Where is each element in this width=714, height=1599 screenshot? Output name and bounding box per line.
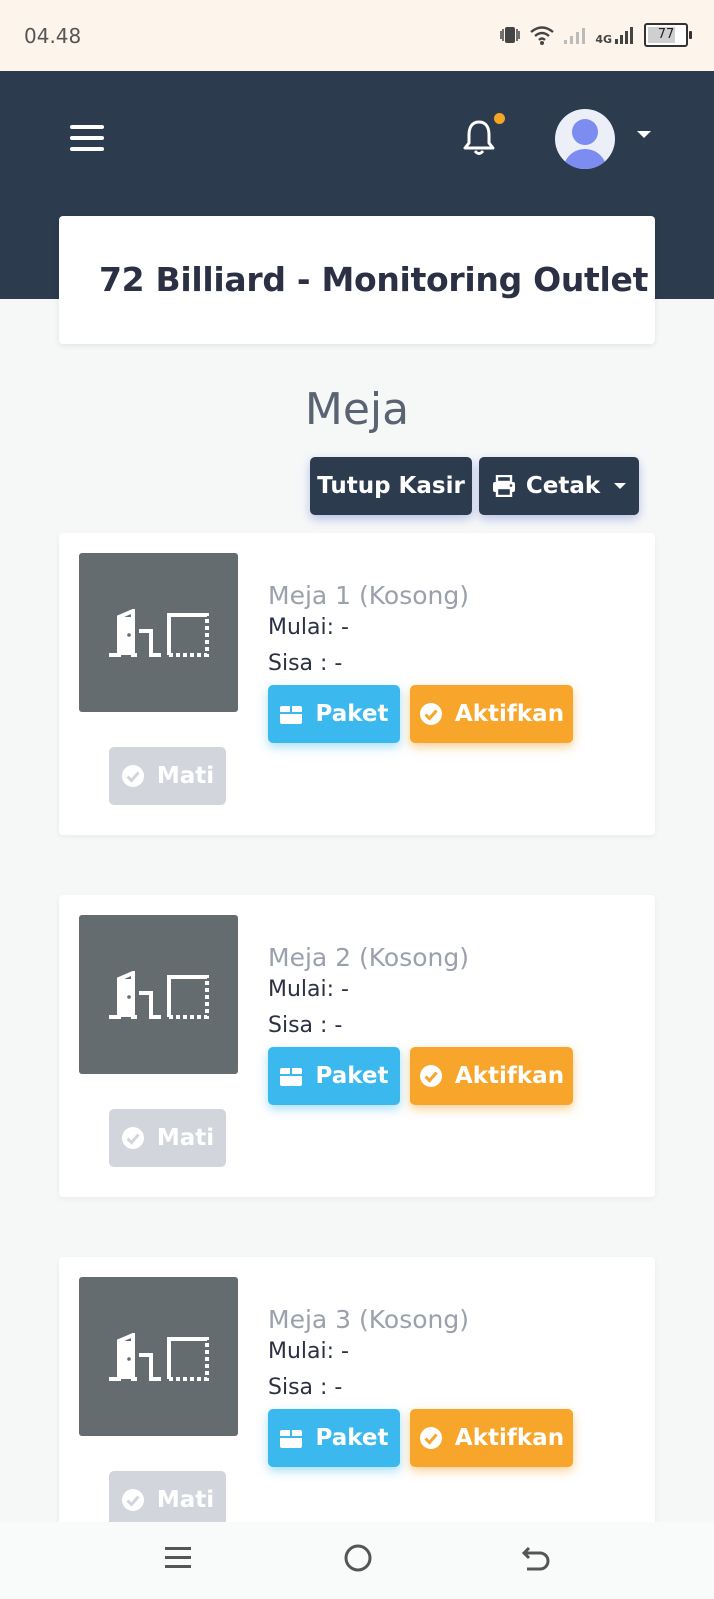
mati-label: Mati — [156, 763, 215, 789]
table-card: Meja 2 (Kosong) Mulai: - Sisa : - Paket … — [59, 895, 655, 1197]
status-bar: 04.48 4G 77 — [0, 0, 714, 71]
cetak-dropdown-button[interactable]: Cetak — [479, 457, 639, 515]
table-thumbnail — [79, 915, 238, 1074]
paket-button[interactable]: Paket — [268, 1047, 400, 1105]
bell-icon — [463, 120, 495, 155]
box-icon — [280, 1068, 303, 1086]
door-table-icon — [108, 970, 209, 1019]
page-title: 72 Billiard - Monitoring Outlet — [99, 260, 649, 299]
table-start-time: Mulai: - — [268, 1339, 349, 1364]
paket-button[interactable]: Paket — [268, 685, 400, 743]
chevron-down-icon — [614, 483, 627, 489]
table-thumbnail — [79, 553, 238, 712]
table-name: Meja 2 (Kosong) — [268, 943, 470, 972]
user-avatar-icon[interactable] — [555, 109, 615, 169]
status-time: 04.48 — [24, 24, 82, 48]
check-circle-icon — [419, 703, 442, 725]
box-icon — [280, 1430, 303, 1448]
door-table-icon — [108, 608, 209, 657]
signal-strong-icon — [615, 27, 633, 44]
table-remaining-time: Sisa : - — [268, 651, 343, 676]
aktifkan-label: Aktifkan — [454, 1063, 565, 1089]
mati-label: Mati — [156, 1125, 215, 1151]
aktifkan-button[interactable]: Aktifkan — [410, 1047, 573, 1105]
paket-label: Paket — [315, 1063, 389, 1089]
mati-label: Mati — [156, 1487, 215, 1513]
check-circle-icon — [419, 1427, 442, 1449]
table-card: Meja 1 (Kosong) Mulai: - Sisa : - Paket … — [59, 533, 655, 835]
table-start-time: Mulai: - — [268, 615, 349, 640]
table-remaining-time: Sisa : - — [268, 1013, 343, 1038]
home-circle-icon[interactable] — [343, 1542, 373, 1578]
table-card: Meja 3 (Kosong) Mulai: - Sisa : - Paket … — [59, 1257, 655, 1559]
paket-label: Paket — [315, 1425, 389, 1451]
signal-weak-icon — [564, 28, 586, 44]
aktifkan-label: Aktifkan — [454, 1425, 565, 1451]
notification-dot — [494, 113, 505, 124]
signal-4g: 4G — [595, 25, 636, 45]
user-menu-caret-icon[interactable] — [637, 131, 651, 138]
table-remaining-time: Sisa : - — [268, 1375, 343, 1400]
status-icons: 4G 77 — [499, 22, 692, 48]
page-title-card: 72 Billiard - Monitoring Outlet — [59, 216, 655, 344]
paket-label: Paket — [315, 701, 389, 727]
aktifkan-button[interactable]: Aktifkan — [410, 1409, 573, 1467]
tutup-kasir-button[interactable]: Tutup Kasir — [310, 457, 472, 515]
section-title: Meja — [304, 384, 410, 435]
table-start-time: Mulai: - — [268, 977, 349, 1002]
mati-button[interactable]: Mati — [109, 1109, 226, 1167]
aktifkan-label: Aktifkan — [454, 701, 565, 727]
check-circle-icon — [121, 1127, 144, 1149]
cetak-label: Cetak — [525, 473, 601, 499]
notification-bell[interactable] — [462, 113, 505, 159]
aktifkan-button[interactable]: Aktifkan — [410, 685, 573, 743]
system-nav-bar — [0, 1522, 714, 1599]
table-name: Meja 1 (Kosong) — [268, 581, 470, 610]
check-circle-icon — [121, 1489, 144, 1511]
table-name: Meja 3 (Kosong) — [268, 1305, 470, 1334]
check-circle-icon — [121, 765, 144, 787]
recent-apps-icon[interactable] — [164, 1542, 192, 1578]
door-table-icon — [108, 1332, 209, 1381]
network-type-label: 4G — [595, 33, 612, 46]
printer-icon — [492, 475, 515, 497]
check-circle-icon — [419, 1065, 442, 1087]
mati-button[interactable]: Mati — [109, 1471, 226, 1529]
battery-indicator: 77 — [644, 23, 692, 47]
paket-button[interactable]: Paket — [268, 1409, 400, 1467]
back-arrow-icon[interactable] — [521, 1542, 551, 1578]
battery-level: 77 — [657, 27, 675, 42]
hamburger-menu-icon[interactable] — [70, 125, 104, 155]
box-icon — [280, 706, 303, 724]
tutup-kasir-label: Tutup Kasir — [317, 473, 465, 499]
mati-button[interactable]: Mati — [109, 747, 226, 805]
wifi-icon — [530, 26, 555, 45]
table-thumbnail — [79, 1277, 238, 1436]
vibrate-icon — [500, 27, 521, 43]
